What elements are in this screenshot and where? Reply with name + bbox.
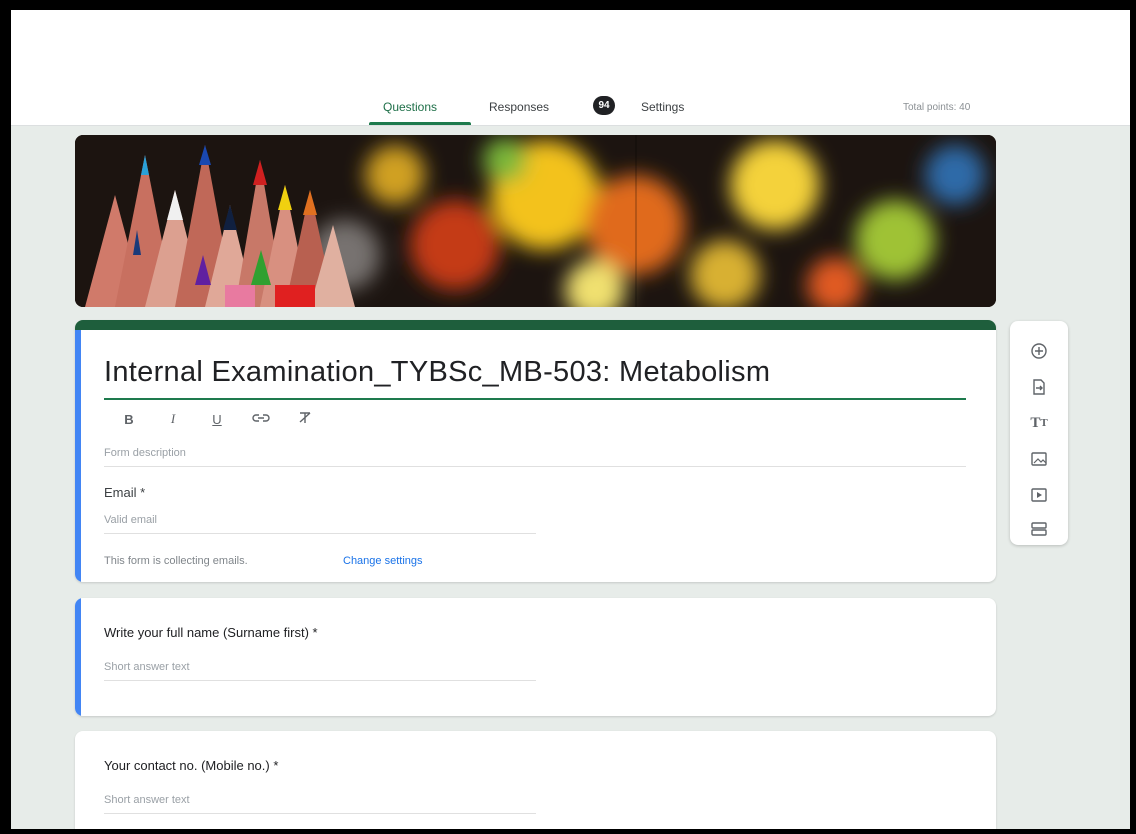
header-image xyxy=(75,135,996,307)
short-answer-field[interactable]: Short answer text xyxy=(104,661,190,673)
floating-toolbar: TT xyxy=(1010,321,1068,545)
colored-pencils-bokeh-image xyxy=(75,135,996,307)
app-window: Questions Responses 94 Settings Total po… xyxy=(11,10,1130,829)
add-question-icon[interactable] xyxy=(1027,339,1051,363)
underline-button[interactable]: U xyxy=(207,412,227,427)
format-toolbar: B I U xyxy=(119,409,315,429)
tab-questions[interactable]: Questions xyxy=(383,100,437,114)
italic-button[interactable]: I xyxy=(163,411,183,427)
email-field[interactable]: Valid email xyxy=(104,514,157,526)
add-title-icon[interactable]: TT xyxy=(1027,411,1051,435)
question-title: Your contact no. (Mobile no.) * xyxy=(104,758,279,773)
email-question-label: Email * xyxy=(104,485,146,500)
short-answer-field[interactable]: Short answer text xyxy=(104,794,190,806)
change-settings-link[interactable]: Change settings xyxy=(343,555,423,567)
form-title-input[interactable]: Internal Examination_TYBSc_MB-503: Metab… xyxy=(104,356,770,389)
divider xyxy=(104,466,966,467)
question-highlight-bar xyxy=(75,598,81,716)
add-image-icon[interactable] xyxy=(1027,447,1051,471)
selected-card-indicator xyxy=(75,330,81,582)
form-description-input[interactable]: Form description xyxy=(104,447,186,459)
active-tab-indicator xyxy=(369,122,471,125)
question-title: Write your full name (Surname first) * xyxy=(104,625,318,640)
responses-count-badge: 94 xyxy=(593,96,615,115)
question-card[interactable]: Write your full name (Surname first) * S… xyxy=(75,598,996,716)
collecting-emails-notice: This form is collecting emails. xyxy=(104,555,248,567)
add-section-icon[interactable] xyxy=(1027,517,1051,541)
link-icon[interactable] xyxy=(251,412,271,427)
bold-button[interactable]: B xyxy=(119,412,139,427)
question-card[interactable]: Your contact no. (Mobile no.) * Short an… xyxy=(75,731,996,829)
form-header-card: Internal Examination_TYBSc_MB-503: Metab… xyxy=(75,320,996,582)
clear-formatting-icon[interactable] xyxy=(295,410,315,429)
title-underline xyxy=(104,398,966,400)
divider xyxy=(104,680,536,681)
top-bar: Questions Responses 94 Settings Total po… xyxy=(11,10,1130,126)
add-video-icon[interactable] xyxy=(1027,483,1051,507)
divider xyxy=(104,813,536,814)
tab-settings[interactable]: Settings xyxy=(641,100,684,114)
import-questions-icon[interactable] xyxy=(1027,375,1051,399)
tab-responses[interactable]: Responses xyxy=(489,100,549,114)
total-points-label: Total points: 40 xyxy=(903,102,971,113)
divider xyxy=(104,533,536,534)
